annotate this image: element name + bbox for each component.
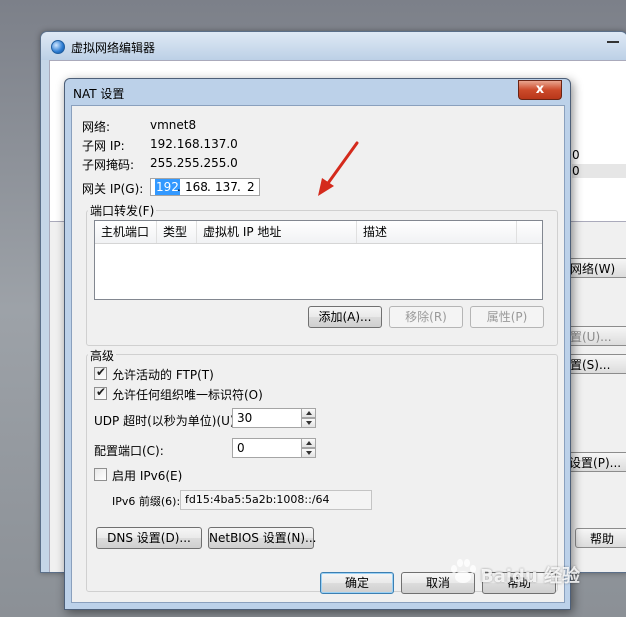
subnet-mask-label: 子网掩码: [82, 158, 135, 172]
close-button[interactable]: x [518, 80, 562, 100]
port-forward-list-header: 主机端口 类型 虚拟机 IP 地址 描述 [95, 221, 542, 244]
allow-org-id-checkbox[interactable]: ✔ [94, 385, 107, 400]
watermark: Baidu 经验 [480, 566, 581, 587]
advanced-title: 高级 [88, 347, 117, 364]
gateway-ip-segment-4[interactable]: 2 [247, 179, 255, 195]
config-port-stepper[interactable]: 0 [232, 438, 318, 458]
column-vm-ip[interactable]: 虚拟机 IP 地址 [197, 221, 357, 243]
gateway-ip-label: 网关 IP(G): [82, 182, 144, 196]
checkmark-icon: ✔ [96, 385, 107, 399]
column-type[interactable]: 类型 [157, 221, 197, 243]
config-port-input[interactable]: 0 [232, 438, 302, 458]
enable-ipv6-label[interactable]: 启用 IPv6(E) [112, 467, 182, 484]
add-button[interactable]: 添加(A)... [308, 306, 382, 328]
remove-button[interactable]: 移除(R) [389, 306, 463, 328]
network-list-value: 0 [572, 148, 580, 162]
udp-timeout-label: UDP 超时(以秒为单位)(U): [94, 414, 239, 428]
gateway-ip-segment-2[interactable]: 168 [185, 179, 208, 195]
parent-window-title: 虚拟网络编辑器 [71, 41, 156, 55]
enable-ipv6-checkbox[interactable] [94, 468, 107, 481]
spin-down-icon[interactable] [301, 418, 316, 428]
dns-settings-button[interactable]: DNS 设置(D)... [96, 527, 202, 549]
annotation-arrow-icon [318, 141, 359, 196]
gateway-ip-dot-1: . [177, 180, 181, 194]
allow-ftp-checkbox[interactable]: ✔ [94, 365, 107, 380]
udp-timeout-stepper[interactable]: 30 [232, 408, 318, 428]
allow-ftp-label[interactable]: 允许活动的 FTP(T) [112, 366, 214, 383]
close-icon: x [535, 82, 545, 97]
spin-down-icon[interactable] [301, 448, 316, 458]
gateway-ip-segment-3[interactable]: 137 [215, 179, 238, 195]
config-port-label: 配置端口(C): [94, 444, 164, 458]
subnet-ip-value: 192.168.137.0 [150, 137, 238, 151]
column-description[interactable]: 描述 [357, 221, 517, 243]
subnet-mask-value: 255.255.255.0 [150, 156, 238, 170]
checkmark-icon: ✔ [96, 365, 107, 379]
parent-help-button[interactable]: 帮助 [575, 528, 626, 548]
spin-up-icon[interactable] [301, 408, 316, 418]
network-value: vmnet8 [150, 118, 197, 132]
ok-button[interactable]: 确定 [320, 572, 394, 594]
minimize-icon[interactable] [607, 38, 619, 43]
allow-org-id-label[interactable]: 允许任何组织唯一标识符(O) [112, 386, 263, 403]
ipv6-prefix-field: fd15:4ba5:5a2b:1008::/64 [180, 490, 372, 510]
properties-button[interactable]: 属性(P) [470, 306, 544, 328]
port-forward-list[interactable]: 主机端口 类型 虚拟机 IP 地址 描述 [94, 220, 543, 300]
gateway-ip-dot-2: . [207, 180, 211, 194]
netbios-settings-button[interactable]: NetBIOS 设置(N)... [208, 527, 317, 549]
port-forward-title: 端口转发(F) [88, 202, 157, 219]
ipv6-prefix-label: IPv6 前缀(6): [112, 495, 181, 508]
globe-icon [51, 40, 65, 54]
dialog-title: NAT 设置 [73, 87, 125, 101]
spin-up-icon[interactable] [301, 438, 316, 448]
parent-title-bar[interactable]: 虚拟网络编辑器 [41, 32, 626, 60]
gateway-ip-input[interactable]: 192 . 168 . 137 . 2 [150, 178, 260, 196]
udp-timeout-input[interactable]: 30 [232, 408, 302, 428]
subnet-ip-label: 子网 IP: [82, 139, 125, 153]
column-host-port[interactable]: 主机端口 [95, 221, 157, 243]
network-label: 网络: [82, 120, 111, 134]
gateway-ip-dot-3: . [237, 180, 241, 194]
network-list-value-selected: 0 [572, 164, 626, 178]
baidu-paw-icon [451, 559, 476, 583]
